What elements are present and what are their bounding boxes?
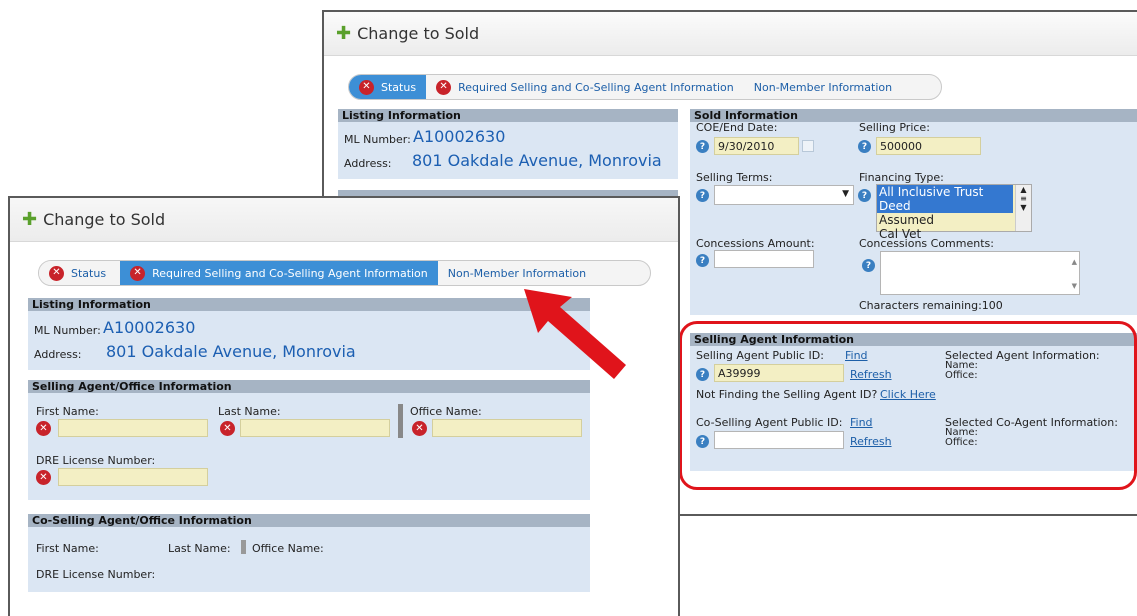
price-input[interactable]: 500000 [876, 137, 981, 155]
front-listing-head: Listing Information [28, 298, 590, 311]
back-title: Change to Sold [357, 24, 480, 43]
office-name-input[interactable] [432, 419, 582, 437]
address-label: Address: [34, 348, 82, 361]
back-step-nonmember[interactable]: Non-Member Information [744, 75, 902, 99]
error-icon: ✕ [220, 421, 235, 436]
error-icon: ✕ [359, 79, 374, 95]
comments-textarea[interactable]: ▲ ▼ [880, 251, 1080, 295]
back-step-status[interactable]: ✕ Status [349, 75, 427, 99]
help-icon[interactable]: ? [696, 140, 709, 153]
back-listing-section: Listing Information ML Number: A10002630… [338, 109, 678, 179]
error-icon: ✕ [412, 421, 427, 436]
comments-label: Concessions Comments: [859, 237, 994, 250]
concessions-input[interactable] [714, 250, 814, 268]
chars-remaining: Characters remaining:100 [859, 299, 1003, 312]
help-icon[interactable]: ? [858, 189, 871, 202]
highlight-box [679, 321, 1137, 490]
terms-label: Selling Terms: [696, 171, 773, 184]
error-icon: ✕ [49, 265, 64, 281]
fin-option[interactable]: Assumed [877, 213, 1031, 227]
front-title-bar: ✚ Change to Sold [10, 198, 678, 242]
concessions-label: Concessions Amount: [696, 237, 815, 250]
help-icon[interactable]: ? [696, 189, 709, 202]
error-icon: ✕ [130, 265, 146, 281]
co-office-head: Co-Selling Agent/Office Information [28, 514, 590, 527]
back-listing-head: Listing Information [338, 109, 678, 122]
front-step-status[interactable]: ✕ Status [39, 261, 121, 285]
back-step-required[interactable]: ✕ Required Selling and Co-Selling Agent I… [426, 75, 744, 99]
front-step-bar: ✕ Status ✕ Required Selling and Co-Selling… [38, 260, 651, 286]
co-dre-label: DRE License Number: [36, 568, 156, 581]
first-name-label: First Name: [36, 405, 99, 418]
front-step-nonmember[interactable]: Non-Member Information [438, 261, 596, 285]
address-value: 801 Oakdale Avenue, Monrovia [412, 151, 662, 170]
help-icon[interactable]: ? [858, 140, 871, 153]
ml-number: A10002630 [413, 127, 506, 146]
fin-label: Financing Type: [859, 171, 944, 184]
last-name-label: Last Name: [218, 405, 281, 418]
plus-icon: ✚ [22, 208, 38, 230]
dre-input[interactable] [58, 468, 208, 486]
ml-number: A10002630 [103, 318, 196, 337]
error-icon: ✕ [36, 421, 51, 436]
front-window: ✚ Change to Sold ✕ Status ✕ Required Selli… [8, 196, 680, 616]
front-title: Change to Sold [43, 210, 166, 229]
address-value: 801 Oakdale Avenue, Monrovia [106, 342, 356, 361]
co-last-label: Last Name: [168, 542, 231, 555]
help-icon[interactable]: ? [862, 259, 875, 272]
annotation-arrow-icon [524, 289, 626, 379]
price-label: Selling Price: [859, 121, 930, 134]
co-office-section: Co-Selling Agent/Office Information Firs… [28, 514, 590, 592]
front-step-required[interactable]: ✕ Required Selling and Co-Selling Agent I… [120, 261, 438, 285]
last-name-input[interactable] [240, 419, 390, 437]
help-icon[interactable]: ? [696, 254, 709, 267]
plus-icon: ✚ [336, 22, 352, 44]
ml-label: ML Number: [34, 324, 101, 337]
address-label: Address: [344, 157, 392, 170]
terms-select[interactable]: ▼ [714, 185, 854, 205]
co-office-label: Office Name: [252, 542, 324, 555]
back-title-bar: ✚ Change to Sold [324, 12, 1137, 56]
coe-label: COE/End Date: [696, 121, 778, 134]
ml-label: ML Number: [344, 133, 411, 146]
listbox-scrollbar[interactable]: ▲ ≡ ▼ [1015, 185, 1031, 231]
calendar-icon[interactable] [802, 140, 814, 152]
back-step-bar: ✕ Status ✕ Required Selling and Co-Selling… [348, 74, 942, 100]
office-name-label: Office Name: [410, 405, 482, 418]
divider [241, 540, 246, 554]
dre-label: DRE License Number: [36, 454, 156, 467]
error-icon: ✕ [36, 470, 51, 485]
error-icon: ✕ [436, 79, 452, 95]
front-listing-section: Listing Information ML Number: A10002630… [28, 298, 590, 370]
sold-information-section: Sold Information COE/End Date: ? 9/30/20… [690, 109, 1137, 315]
co-first-label: First Name: [36, 542, 99, 555]
office-head: Selling Agent/Office Information [28, 380, 590, 393]
financing-listbox[interactable]: All Inclusive Trust Deed Assumed Cal Vet… [876, 184, 1032, 241]
fin-option[interactable]: All Inclusive Trust Deed [877, 185, 1013, 213]
office-info-section: Selling Agent/Office Information First N… [28, 380, 590, 500]
coe-input[interactable]: 9/30/2010 [714, 137, 799, 155]
first-name-input[interactable] [58, 419, 208, 437]
divider [398, 404, 403, 438]
